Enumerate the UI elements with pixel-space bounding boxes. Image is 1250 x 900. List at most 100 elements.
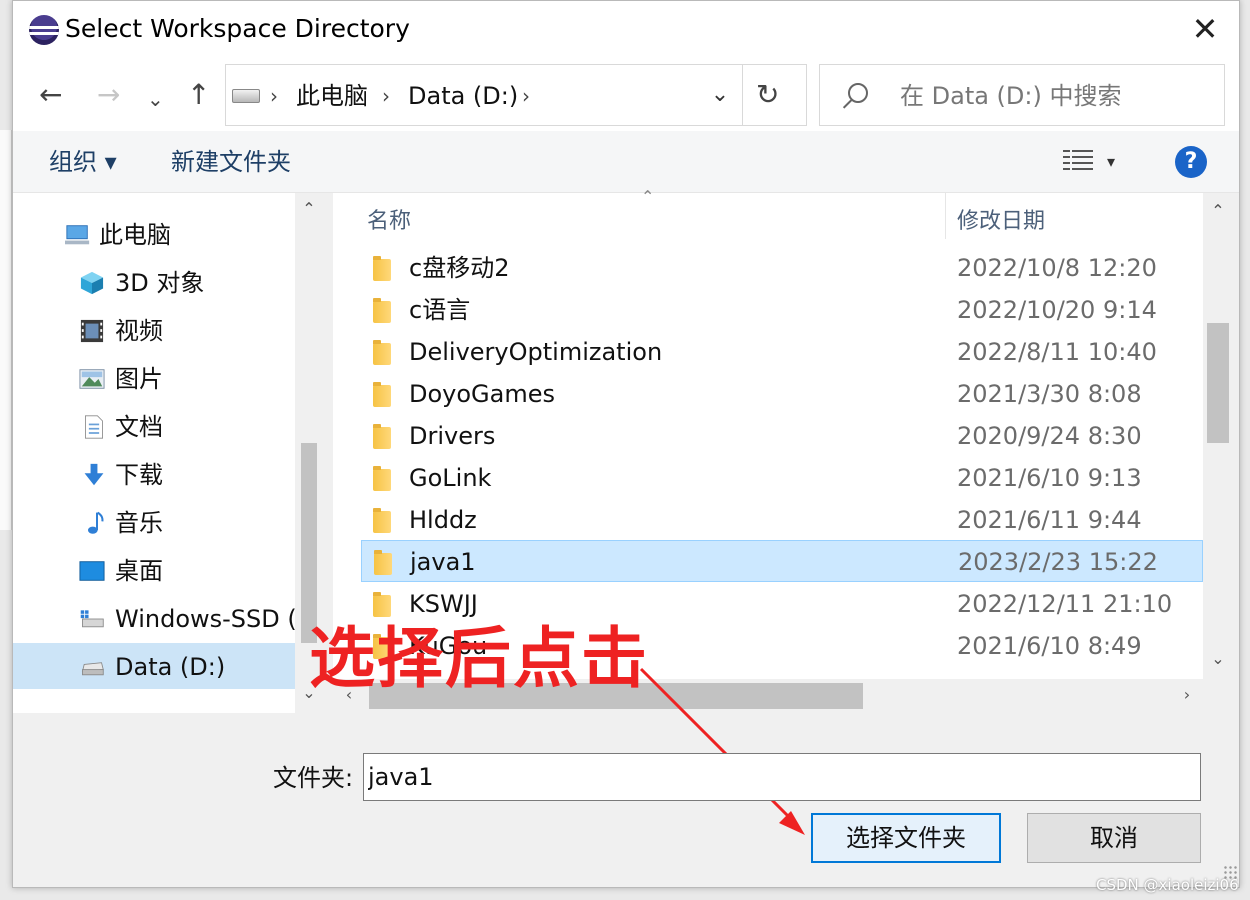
sidebar-item-3d-objects[interactable]: 3D 对象 bbox=[13, 259, 295, 305]
table-row[interactable]: DoyoGames 2021/3/30 8:08 bbox=[361, 373, 1203, 415]
recent-locations-button[interactable]: ⌄ bbox=[147, 81, 164, 117]
sidebar-item-label: 下载 bbox=[115, 461, 163, 489]
new-folder-button[interactable]: 新建文件夹 bbox=[171, 145, 291, 179]
window-title: Select Workspace Directory bbox=[65, 14, 410, 43]
table-row[interactable]: DeliveryOptimization 2022/8/11 10:40 bbox=[361, 331, 1203, 373]
cancel-button[interactable]: 取消 bbox=[1027, 813, 1201, 863]
column-header-name[interactable]: 名称 bbox=[367, 205, 411, 239]
download-icon bbox=[84, 463, 104, 486]
breadcrumb-separator[interactable]: › bbox=[522, 79, 530, 113]
navigation-bar: ← → ⌄ ↑ › 此电脑 › Data (D:) › ⌄ ↻ 在 Data (… bbox=[13, 59, 1239, 131]
breadcrumb-this-pc[interactable]: 此电脑 bbox=[296, 79, 368, 113]
sidebar-item-label: 3D 对象 bbox=[115, 269, 205, 297]
sort-caret-icon: ⌃ bbox=[641, 187, 655, 206]
column-header-modified[interactable]: 修改日期 bbox=[957, 205, 1045, 239]
command-toolbar: 组织 ▾ 新建文件夹 ▾ ? bbox=[13, 131, 1239, 193]
sidebar-item-videos[interactable]: 视频 bbox=[13, 307, 295, 353]
table-row[interactable]: Hlddz 2021/6/11 9:44 bbox=[361, 499, 1203, 541]
sidebar-item-desktop[interactable]: 桌面 bbox=[13, 547, 295, 593]
sidebar-item-pictures[interactable]: 图片 bbox=[13, 355, 295, 401]
refresh-button[interactable]: ↻ bbox=[756, 77, 779, 113]
folder-icon bbox=[373, 592, 391, 617]
sidebar-item-data-drive[interactable]: Data (D:) bbox=[13, 643, 295, 689]
eclipse-icon bbox=[29, 15, 59, 45]
table-row[interactable]: c盘移动2 2022/10/8 12:20 bbox=[361, 247, 1203, 289]
sidebar-item-music[interactable]: 音乐 bbox=[13, 499, 295, 545]
annotation-text: 选择后点击 bbox=[309, 620, 649, 697]
sidebar-item-label: 视频 bbox=[115, 317, 163, 345]
file-name: DoyoGames bbox=[409, 380, 556, 408]
folder-name-input[interactable] bbox=[363, 753, 1201, 801]
file-modified-date: 2022/10/8 12:20 bbox=[957, 254, 1157, 282]
back-button[interactable]: ← bbox=[39, 77, 62, 113]
drive-icon bbox=[80, 610, 104, 628]
file-modified-date: 2021/6/10 8:49 bbox=[957, 632, 1142, 660]
sidebar-item-label: 此电脑 bbox=[99, 221, 171, 249]
organize-menu[interactable]: 组织 ▾ bbox=[49, 145, 117, 179]
scroll-up-arrow[interactable]: ⌃ bbox=[295, 199, 323, 218]
drive-icon bbox=[232, 89, 260, 103]
cube-icon bbox=[80, 271, 104, 295]
scroll-down-arrow[interactable]: ⌄ bbox=[1203, 649, 1233, 668]
sidebar-item-documents[interactable]: 文档 bbox=[13, 403, 295, 449]
folder-icon bbox=[373, 298, 391, 323]
file-modified-date: 2023/2/23 15:22 bbox=[958, 548, 1158, 576]
up-button[interactable]: ↑ bbox=[187, 77, 210, 113]
folder-icon bbox=[373, 508, 391, 533]
address-dropdown-button[interactable]: ⌄ bbox=[700, 77, 740, 113]
file-list-vertical-scrollbar[interactable]: ⌃ ⌄ bbox=[1203, 193, 1233, 681]
file-name: c盘移动2 bbox=[409, 254, 510, 282]
file-name: Hlddz bbox=[409, 506, 477, 534]
folder-icon bbox=[374, 550, 392, 575]
sidebar-item-label: 桌面 bbox=[115, 557, 163, 585]
search-icon bbox=[848, 83, 868, 103]
table-row[interactable]: Drivers 2020/9/24 8:30 bbox=[361, 415, 1203, 457]
sidebar-item-downloads[interactable]: 下载 bbox=[13, 451, 295, 497]
close-button[interactable]: ✕ bbox=[1187, 11, 1223, 47]
background-window-edge bbox=[0, 130, 12, 530]
forward-button[interactable]: → bbox=[97, 77, 120, 113]
video-icon bbox=[80, 319, 104, 343]
sidebar-item-label: 图片 bbox=[115, 365, 163, 393]
help-icon[interactable]: ? bbox=[1175, 146, 1207, 178]
breadcrumb-separator[interactable]: › bbox=[382, 79, 390, 113]
file-name: GoLink bbox=[409, 464, 492, 492]
folder-icon bbox=[373, 340, 391, 365]
watermark: CSDN @xiaoleizi06 bbox=[1096, 876, 1239, 894]
view-options-icon[interactable] bbox=[1063, 150, 1093, 174]
document-icon bbox=[85, 415, 103, 439]
table-row-selected[interactable]: java1 2023/2/23 15:22 bbox=[361, 540, 1203, 582]
address-bar[interactable]: › 此电脑 › Data (D:) › ⌄ ↻ bbox=[225, 64, 807, 126]
sidebar-item-windows-ssd[interactable]: Windows-SSD ( bbox=[13, 595, 297, 641]
sidebar-item-label: 音乐 bbox=[115, 509, 163, 537]
breadcrumb-separator[interactable]: › bbox=[270, 79, 278, 113]
desktop-icon bbox=[79, 561, 105, 581]
sidebar-item-label: 文档 bbox=[115, 413, 163, 441]
folder-label: 文件夹: bbox=[273, 764, 354, 792]
select-folder-button[interactable]: 选择文件夹 bbox=[811, 813, 1001, 863]
table-row[interactable]: c语言 2022/10/20 9:14 bbox=[361, 289, 1203, 331]
scrollbar-thumb[interactable] bbox=[301, 443, 317, 643]
file-modified-date: 2022/10/20 9:14 bbox=[957, 296, 1157, 324]
view-dropdown-button[interactable]: ▾ bbox=[1107, 145, 1115, 179]
computer-icon bbox=[65, 225, 90, 245]
scroll-right-arrow[interactable]: › bbox=[1171, 685, 1203, 704]
folder-icon bbox=[373, 424, 391, 449]
scroll-up-arrow[interactable]: ⌃ bbox=[1203, 201, 1233, 220]
file-name: KSWJJ bbox=[409, 590, 478, 618]
navigation-pane: 此电脑 3D 对象 视频 图片 文档 下载 音乐 桌面 Windows-SSD … bbox=[13, 193, 297, 713]
picture-icon bbox=[79, 369, 105, 389]
sidebar-item-label: Windows-SSD ( bbox=[115, 605, 297, 633]
drive-icon bbox=[81, 662, 104, 676]
file-name: Drivers bbox=[409, 422, 496, 450]
folder-icon bbox=[373, 466, 391, 491]
search-box[interactable]: 在 Data (D:) 中搜索 bbox=[819, 64, 1225, 126]
sidebar-item-this-pc[interactable]: 此电脑 bbox=[13, 211, 295, 257]
folder-icon bbox=[373, 256, 391, 281]
address-divider bbox=[742, 65, 743, 125]
title-bar: Select Workspace Directory ✕ bbox=[13, 1, 1239, 59]
scrollbar-thumb[interactable] bbox=[1207, 323, 1229, 443]
column-divider[interactable] bbox=[945, 193, 946, 239]
table-row[interactable]: GoLink 2021/6/10 9:13 bbox=[361, 457, 1203, 499]
breadcrumb-data-drive[interactable]: Data (D:) bbox=[408, 79, 518, 113]
